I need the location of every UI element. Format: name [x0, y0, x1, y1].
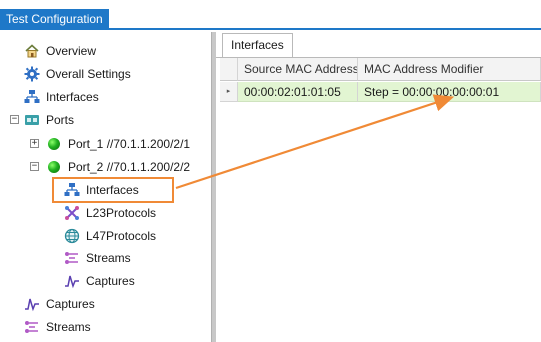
tree-item-interfaces[interactable]: Interfaces [24, 87, 99, 107]
tree-item-label: Interfaces [46, 90, 99, 104]
capture-wave-icon [64, 273, 80, 289]
row-selector[interactable]: ▸ [220, 82, 238, 102]
tree-item-label: Port_1 //70.1.1.200/2/1 [68, 137, 191, 151]
ports-icon [24, 112, 40, 128]
column-header-source-mac[interactable]: Source MAC Address [238, 58, 358, 81]
capture-wave-icon [24, 296, 40, 312]
tree-item-ports[interactable]: Ports [24, 110, 74, 130]
tree-item-label: Captures [86, 274, 135, 288]
globe-icon [64, 228, 80, 244]
tree-item-label: L47Protocols [86, 229, 157, 243]
port-status-led-icon [46, 136, 62, 152]
config-tree[interactable]: Overview Overall Settings Interfaces − P… [0, 32, 211, 342]
window-title[interactable]: Test Configuration [0, 9, 109, 30]
home-icon [24, 43, 40, 59]
tree-item-port2-l47protocols[interactable]: L47Protocols [64, 226, 156, 246]
tree-item-label: L23Protocols [86, 206, 157, 220]
tree-item-streams[interactable]: Streams [24, 317, 91, 337]
port2-expander[interactable]: − [30, 162, 39, 171]
tree-item-overall-settings[interactable]: Overall Settings [24, 64, 131, 84]
tree-item-label: Port_2 //70.1.1.200/2/2 [68, 160, 191, 174]
tree-item-label: Ports [46, 113, 75, 127]
protocol-icon [64, 205, 80, 221]
tree-item-label: Streams [86, 251, 131, 265]
cell-source-mac[interactable]: 00:00:02:01:01:05 [238, 82, 358, 102]
tree-item-label: Streams [46, 320, 91, 334]
tree-item-label: Overall Settings [46, 67, 131, 81]
network-icon [24, 89, 40, 105]
tree-item-port2-l23protocols[interactable]: L23Protocols [64, 203, 156, 223]
title-bar: Test Configuration [0, 0, 541, 30]
tree-item-port2-streams[interactable]: Streams [64, 248, 131, 268]
tree-item-label: Captures [46, 297, 95, 311]
tree-item-overview[interactable]: Overview [24, 41, 96, 61]
port-status-led-icon [46, 159, 62, 175]
details-panel: Interfaces Source MAC Address MAC Addres… [216, 32, 541, 342]
tree-item-port2[interactable]: Port_2 //70.1.1.200/2/2 [46, 157, 190, 177]
streams-icon [64, 250, 80, 266]
tab-interfaces[interactable]: Interfaces [222, 33, 293, 57]
port1-expander[interactable]: + [30, 139, 39, 148]
streams-icon [24, 319, 40, 335]
tree-item-port1[interactable]: Port_1 //70.1.1.200/2/1 [46, 134, 190, 154]
tree-item-port2-captures[interactable]: Captures [64, 271, 135, 291]
gear-icon [24, 66, 40, 82]
ports-expander[interactable]: − [10, 115, 19, 124]
tree-item-captures[interactable]: Captures [24, 294, 95, 314]
tree-item-label: Overview [46, 44, 97, 58]
grid-corner-header [220, 58, 238, 81]
selection-highlight-box [52, 177, 174, 203]
cell-mac-modifier[interactable]: Step = 00:00:00:00:00:01 [358, 82, 541, 102]
column-header-mac-modifier[interactable]: MAC Address Modifier [358, 58, 541, 81]
